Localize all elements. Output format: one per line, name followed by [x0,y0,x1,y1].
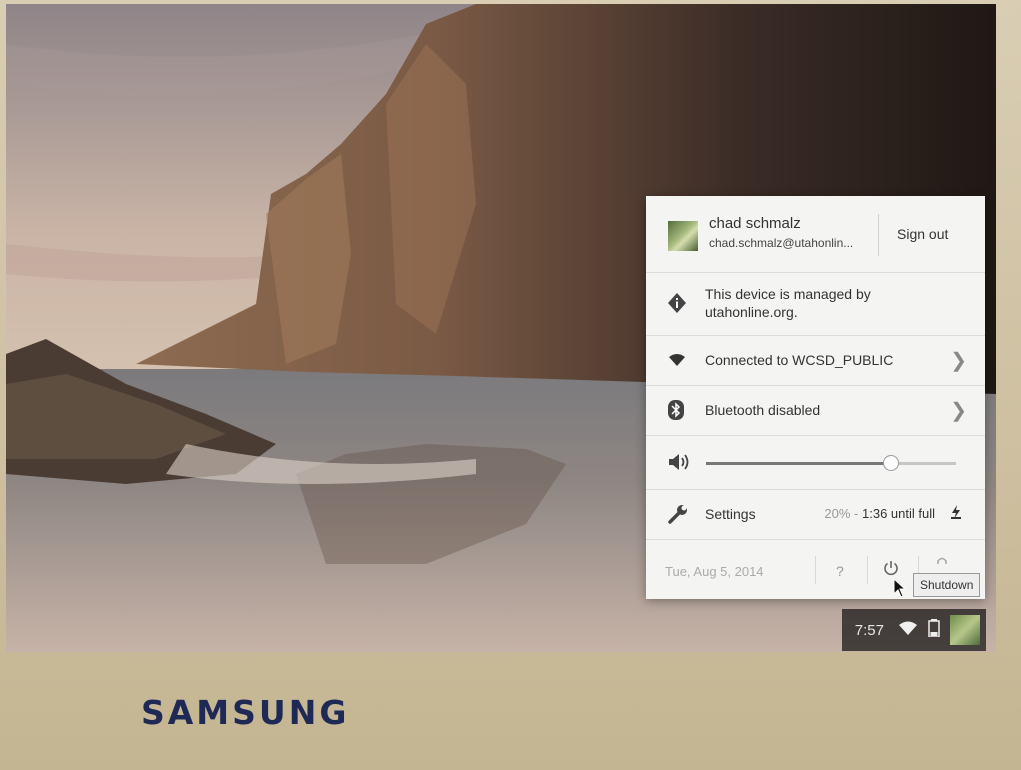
divider [878,214,879,256]
battery-separator: - [850,506,862,521]
bluetooth-icon [668,400,684,425]
chevron-right-icon: ❯ [950,400,967,422]
charging-icon [951,505,961,522]
user-avatar [668,221,698,251]
samsung-logo: SAMSUNG [141,693,350,732]
divider [867,556,868,584]
network-row[interactable]: Connected to WCSD_PUBLIC ❯ [646,335,985,385]
chevron-right-icon: ❯ [950,350,967,372]
shutdown-tooltip: Shutdown [913,573,981,597]
shelf-clock[interactable]: 7:57 [855,622,884,639]
info-diamond-icon [668,293,686,318]
managed-line-2: utahonline.org. [705,304,798,320]
date-label: Tue, Aug 5, 2014 [665,564,764,579]
user-row: chad schmalz chad.schmalz@utahonlin... S… [646,196,985,272]
battery-time: 1:36 until full [862,506,935,521]
volume-slider-thumb[interactable] [883,455,899,471]
divider [815,556,816,584]
speaker-icon[interactable] [668,453,690,476]
user-name: chad schmalz [709,215,801,232]
managed-line-1: This device is managed by [705,286,871,302]
volume-slider[interactable] [706,455,956,471]
mouse-cursor-icon [893,577,907,602]
system-shelf: 7:57 [842,609,986,651]
bluetooth-label: Bluetooth disabled [705,402,821,418]
system-tray-menu: chad schmalz chad.schmalz@utahonlin... S… [646,196,985,599]
bluetooth-row[interactable]: Bluetooth disabled ❯ [646,385,985,435]
battery-icon[interactable] [928,619,940,641]
user-email: chad.schmalz@utahonlin... [709,236,854,250]
battery-percent: 20% [824,506,851,521]
sign-out-button[interactable]: Sign out [897,226,948,242]
wifi-icon[interactable] [898,620,918,640]
volume-row [646,435,985,489]
network-label: Connected to WCSD_PUBLIC [705,352,894,368]
battery-status: 20% - 1:36 until full [824,506,935,521]
wifi-icon [668,353,686,372]
settings-row[interactable]: Settings 20% - 1:36 until full [646,489,985,539]
managed-row[interactable]: This device is managed by utahonline.org… [646,272,985,335]
shelf-avatar[interactable] [950,615,980,645]
volume-slider-fill [706,462,891,465]
help-button[interactable]: ? [836,563,844,579]
settings-label: Settings [705,506,756,522]
wrench-icon [668,504,688,529]
